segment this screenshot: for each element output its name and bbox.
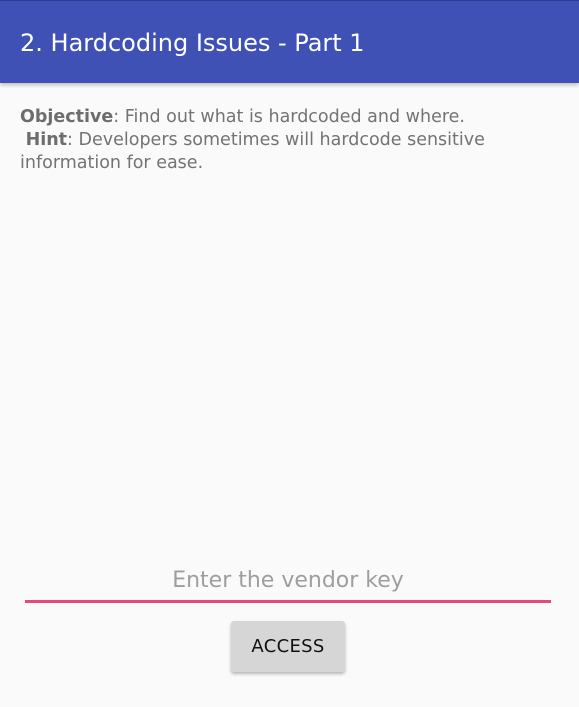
- vendor-key-input[interactable]: [25, 560, 551, 600]
- vendor-key-field: [25, 560, 551, 603]
- objective-text: : Find out what is hardcoded and where.: [113, 107, 465, 127]
- objective-line: Objective: Find out what is hardcoded an…: [20, 106, 560, 129]
- hint-label: Hint: [25, 130, 68, 150]
- app-bar: 2. Hardcoding Issues - Part 1: [0, 0, 579, 83]
- page-title: 2. Hardcoding Issues - Part 1: [20, 29, 365, 57]
- hint-text: : Developers sometimes will hardcode sen…: [67, 130, 485, 150]
- hint-text-continued: information for ease.: [20, 153, 204, 173]
- instructions: Objective: Find out what is hardcoded an…: [20, 106, 560, 175]
- objective-label: Objective: [20, 107, 114, 127]
- access-button[interactable]: ACCESS: [231, 621, 345, 672]
- hint-line: Hint: Developers sometimes will hardcode…: [20, 129, 560, 152]
